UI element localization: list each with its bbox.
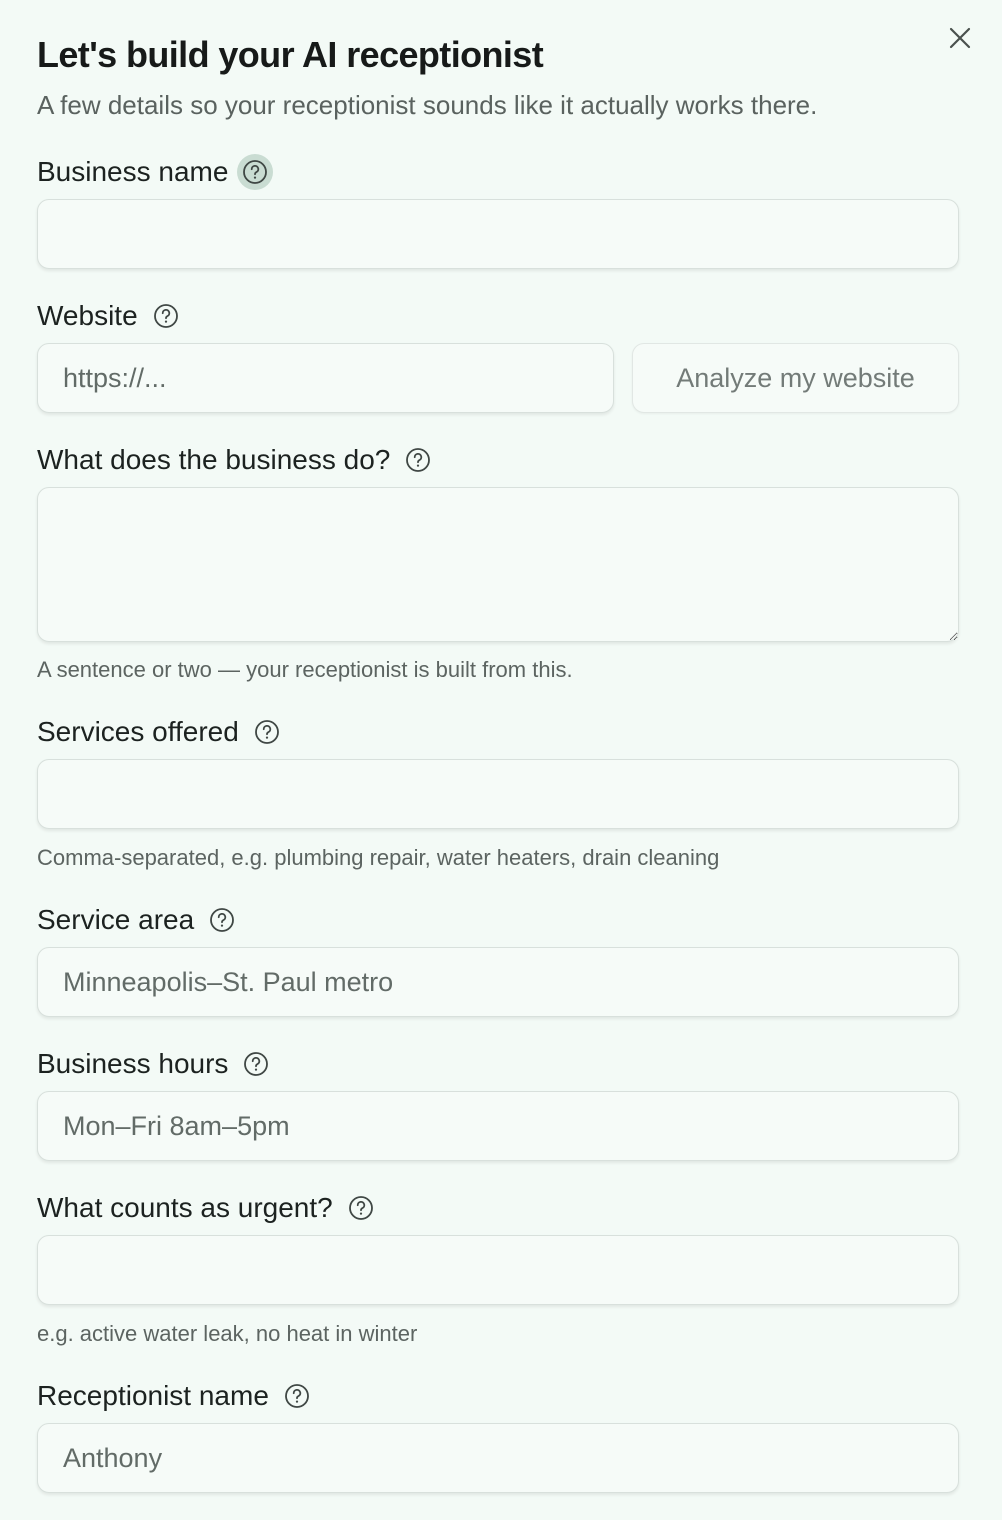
business-name-label: Business name: [37, 154, 274, 190]
service-area-input[interactable]: [37, 947, 959, 1017]
urgent-hint: e.g. active water leak, no heat in winte…: [37, 1321, 418, 1346]
page-subtitle: A few details so your receptionist sound…: [37, 90, 818, 120]
receptionist-name-help-icon[interactable]: [283, 1382, 311, 1410]
urgent-help-icon[interactable]: [347, 1194, 375, 1222]
business-name-label-text: Business name: [37, 156, 229, 187]
urgent-input[interactable]: [37, 1235, 959, 1305]
services-label: Services offered: [37, 714, 281, 750]
analyze-website-button[interactable]: Analyze my website: [632, 343, 959, 413]
business-description-hint: A sentence or two — your receptionist is…: [37, 657, 573, 682]
website-label-text: Website: [37, 300, 138, 331]
business-name-help-icon[interactable]: [237, 154, 274, 190]
close-button[interactable]: [944, 22, 976, 54]
business-hours-help-icon[interactable]: [242, 1050, 270, 1078]
urgent-label: What counts as urgent?: [37, 1190, 375, 1226]
website-input[interactable]: [37, 343, 614, 413]
receptionist-name-label-text: Receptionist name: [37, 1380, 269, 1411]
business-description-label: What does the business do?: [37, 442, 432, 478]
services-help-icon[interactable]: [253, 718, 281, 746]
business-hours-input[interactable]: [37, 1091, 959, 1161]
page-title: Let's build your AI receptionist: [37, 34, 544, 75]
service-area-label-text: Service area: [37, 904, 195, 935]
business-description-help-icon[interactable]: [404, 446, 432, 474]
business-hours-label-text: Business hours: [37, 1048, 229, 1079]
close-icon: [949, 27, 971, 49]
urgent-label-text: What counts as urgent?: [37, 1192, 333, 1223]
business-hours-label: Business hours: [37, 1046, 270, 1082]
business-name-input[interactable]: [37, 199, 959, 269]
business-description-label-text: What does the business do?: [37, 444, 391, 475]
receptionist-name-label: Receptionist name: [37, 1378, 311, 1414]
receptionist-name-input[interactable]: [37, 1423, 959, 1493]
services-input[interactable]: [37, 759, 959, 829]
services-hint: Comma-separated, e.g. plumbing repair, w…: [37, 845, 720, 870]
service-area-help-icon[interactable]: [208, 906, 236, 934]
business-description-textarea[interactable]: [37, 487, 959, 642]
website-label: Website: [37, 298, 180, 334]
website-help-icon[interactable]: [152, 302, 180, 330]
services-label-text: Services offered: [37, 716, 239, 747]
service-area-label: Service area: [37, 902, 236, 938]
